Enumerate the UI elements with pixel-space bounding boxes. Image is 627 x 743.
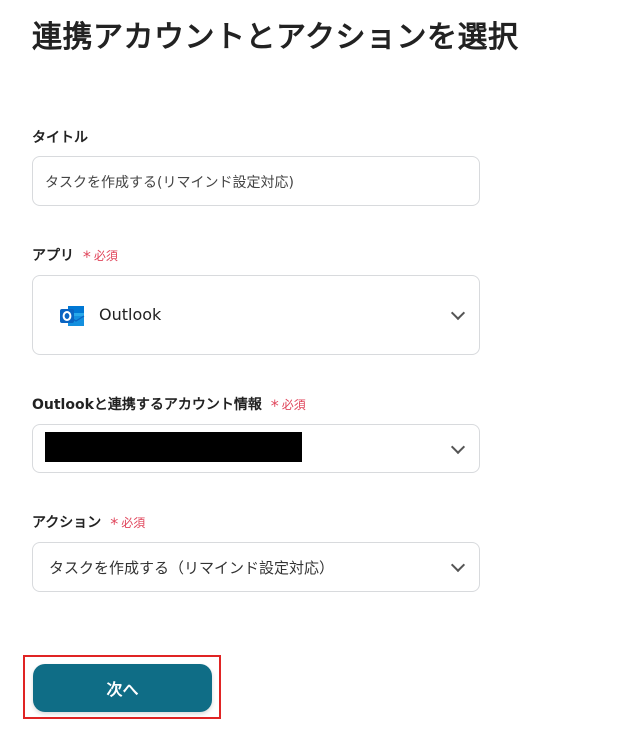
title-label: タイトル	[32, 127, 88, 147]
app-select-value: Outlook	[99, 305, 162, 324]
app-required-text: 必須	[93, 249, 118, 263]
required-asterisk-icon: *	[270, 396, 279, 415]
chevron-down-icon	[450, 439, 466, 454]
action-select-value: タスクを作成する（リマインド設定対応）	[49, 559, 335, 577]
redacted-account-value	[45, 432, 302, 462]
action-required-text: 必須	[121, 516, 146, 530]
app-label: アプリ * 必須	[32, 245, 118, 266]
title-label-text: タイトル	[32, 130, 88, 146]
app-required-badge: * 必須	[82, 247, 118, 266]
app-select[interactable]: Outlook	[32, 275, 480, 355]
chevron-down-icon	[450, 557, 466, 573]
next-button[interactable]: 次へ	[33, 664, 212, 712]
outlook-icon	[60, 306, 85, 326]
required-asterisk-icon: *	[110, 514, 119, 533]
action-select[interactable]: タスクを作成する（リマインド設定対応）	[32, 542, 480, 592]
action-label: アクション * 必須	[32, 512, 145, 533]
required-asterisk-icon: *	[82, 247, 91, 266]
title-input-value: タスクを作成する(リマインド設定対応)	[45, 175, 294, 191]
account-select[interactable]	[32, 424, 480, 473]
account-label-text: Outlookと連携するアカウント情報	[32, 397, 262, 413]
next-button-highlight: 次へ	[23, 655, 221, 719]
title-input[interactable]: タスクを作成する(リマインド設定対応)	[32, 156, 480, 206]
account-label: Outlookと連携するアカウント情報 * 必須	[32, 394, 306, 415]
action-required-badge: * 必須	[110, 514, 146, 533]
action-label-text: アクション	[32, 515, 102, 531]
account-required-text: 必須	[281, 398, 306, 412]
account-required-badge: * 必須	[270, 396, 306, 415]
chevron-down-icon	[450, 305, 466, 321]
app-label-text: アプリ	[32, 248, 74, 264]
page-title: 連携アカウントとアクションを選択	[32, 20, 519, 55]
